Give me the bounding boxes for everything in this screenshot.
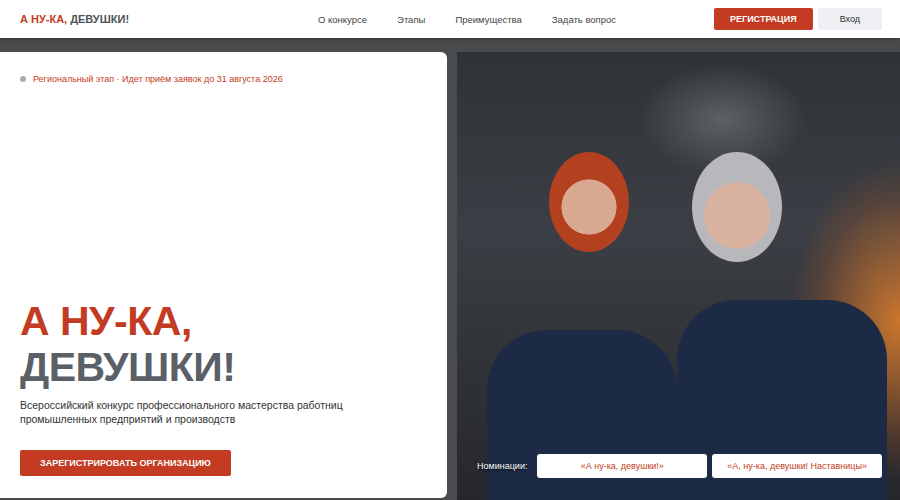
hero-photo: Номинации: «А ну-ка, девушки!»«А, ну-ка, … <box>457 52 900 500</box>
nomination-pill[interactable]: «А ну-ка, девушки!» <box>537 454 707 478</box>
nav: О конкурсе Этапы Преимущества Задать вопрос <box>318 14 616 25</box>
nav-link[interactable]: Задать вопрос <box>552 14 616 25</box>
nav-link[interactable]: Преимущества <box>455 14 521 25</box>
logo-rest[interactable]: ДЕВУШКИ! <box>70 13 129 25</box>
nav-link[interactable]: О конкурсе <box>318 14 367 25</box>
figure-head <box>692 152 782 262</box>
nav-link[interactable]: Этапы <box>397 14 425 25</box>
main: Региональный этап · Идет приём заявок до… <box>0 38 900 500</box>
nominations-bar: Номинации: «А ну-ка, девушки!»«А, ну-ка, … <box>477 454 882 478</box>
register-organization-button[interactable]: ЗАРЕГИСТРИРОВАТЬ ОРГАНИЗАЦИЮ <box>20 450 231 476</box>
spacer <box>20 84 427 299</box>
hero-title: А НУ-КА,ДЕВУШКИ! <box>20 299 427 389</box>
figure-head <box>549 152 629 252</box>
register-button[interactable]: РЕГИСТРАЦИЯ <box>714 8 813 30</box>
logo[interactable]: А НУ-КА,ДЕВУШКИ! <box>20 13 318 25</box>
header-actions: РЕГИСТРАЦИЯВход <box>714 8 882 30</box>
logo-accent[interactable]: А НУ-КА, <box>20 13 67 25</box>
title-line: А НУ-КА, <box>20 299 427 344</box>
header: А НУ-КА,ДЕВУШКИ!О конкурсеЭтапыПреимущес… <box>0 0 900 38</box>
login-button[interactable]: Вход <box>818 8 882 30</box>
title-line: ДЕВУШКИ! <box>20 345 427 390</box>
hero-card: Региональный этап · Идет приём заявок до… <box>0 52 447 498</box>
status-dot-icon <box>20 76 26 82</box>
badge-text: Региональный этап · Идет приём заявок до… <box>33 74 283 84</box>
status-badge: Региональный этап · Идет приём заявок до… <box>20 74 427 84</box>
hero-description: Всероссийский конкурс профессионального … <box>20 398 380 426</box>
nomination-pill[interactable]: «А, ну-ка, девушки! Наставницы» <box>712 454 882 478</box>
nominations-label: Номинации: <box>477 461 527 471</box>
